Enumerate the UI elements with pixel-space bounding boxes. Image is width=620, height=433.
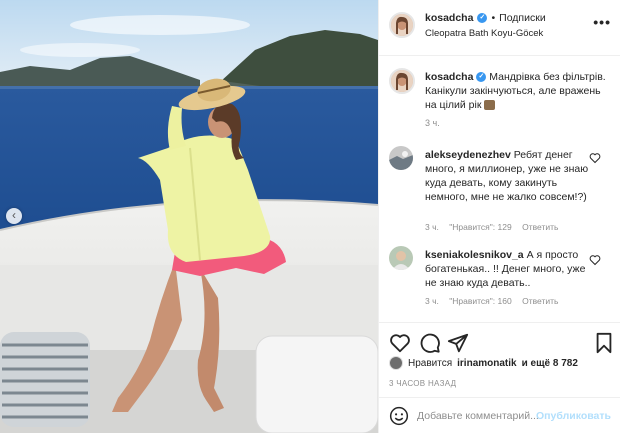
add-comment-bar: Опубликовать <box>379 397 620 433</box>
post-side-panel: kosadcha ✓ • Подписки Cleopatra Bath Koy… <box>378 0 620 433</box>
photo-scene <box>0 0 378 433</box>
liker-username[interactable]: irinamonatik <box>457 358 516 369</box>
comment-text-block: alekseydenezhev Ребят денег много, я мил… <box>425 148 597 204</box>
post-photo[interactable]: ‹ <box>0 0 378 433</box>
publish-button[interactable]: Опубликовать <box>536 410 611 422</box>
more-icon[interactable]: ••• <box>593 14 611 30</box>
verified-badge-icon: ✓ <box>476 72 487 83</box>
likes-prefix: Нравится <box>408 357 453 369</box>
emoji-icon <box>484 100 496 111</box>
post-timestamp: 3 ЧАСОВ НАЗАД <box>389 379 457 388</box>
header-user-line: kosadcha ✓ • Подписки <box>425 12 546 24</box>
caption-username[interactable]: kosadcha <box>425 71 473 83</box>
comment-heart-icon[interactable] <box>589 152 601 164</box>
comment-meta: 3 ч. "Нравится": 129 Ответить <box>425 222 566 232</box>
caption-avatar[interactable] <box>389 68 415 94</box>
comment-meta: 3 ч. "Нравится": 160 Ответить <box>425 296 566 306</box>
header-username[interactable]: kosadcha <box>425 12 473 24</box>
comment-time: 3 ч. <box>425 222 439 232</box>
author-avatar[interactable] <box>389 12 415 38</box>
comment-text-block: kseniakolesnikov_a А я просто богатенька… <box>425 248 597 290</box>
comment-username[interactable]: kseniakolesnikov_a <box>425 249 524 261</box>
caption-time: 3 ч. <box>425 118 440 128</box>
comment-likes[interactable]: "Нравится": 129 <box>449 222 511 232</box>
comment-username[interactable]: alekseydenezhev <box>425 149 511 161</box>
carousel-left-icon[interactable]: ‹ <box>6 208 22 224</box>
reply-button[interactable]: Ответить <box>522 296 558 306</box>
liker-avatar[interactable] <box>389 356 403 370</box>
comment-heart-icon[interactable] <box>589 254 601 266</box>
commenter-avatar[interactable] <box>389 246 413 270</box>
reply-button[interactable]: Ответить <box>522 222 558 232</box>
location-link[interactable]: Cleopatra Bath Koyu-Göcek <box>425 28 543 39</box>
bookmark-icon[interactable] <box>593 332 615 354</box>
smile-icon[interactable] <box>389 406 409 426</box>
caption-text-block: kosadcha ✓ Мандрівка без фільтрів. Канік… <box>425 70 613 112</box>
post-header: kosadcha ✓ • Подписки Cleopatra Bath Koy… <box>379 0 620 56</box>
comment-icon[interactable] <box>419 332 441 354</box>
likes-count[interactable]: и ещё 8 782 <box>522 358 578 369</box>
likes-summary: Нравится irinamonatik и ещё 8 782 <box>389 354 615 372</box>
commenter-avatar[interactable] <box>389 146 413 170</box>
comment-likes[interactable]: "Нравится": 160 <box>449 296 511 306</box>
follow-button[interactable]: Подписки <box>499 12 546 24</box>
header-separator: • <box>491 12 496 24</box>
share-icon[interactable] <box>447 332 469 354</box>
heart-icon[interactable] <box>389 332 411 354</box>
comment-time: 3 ч. <box>425 296 439 306</box>
verified-badge-icon: ✓ <box>477 13 488 23</box>
